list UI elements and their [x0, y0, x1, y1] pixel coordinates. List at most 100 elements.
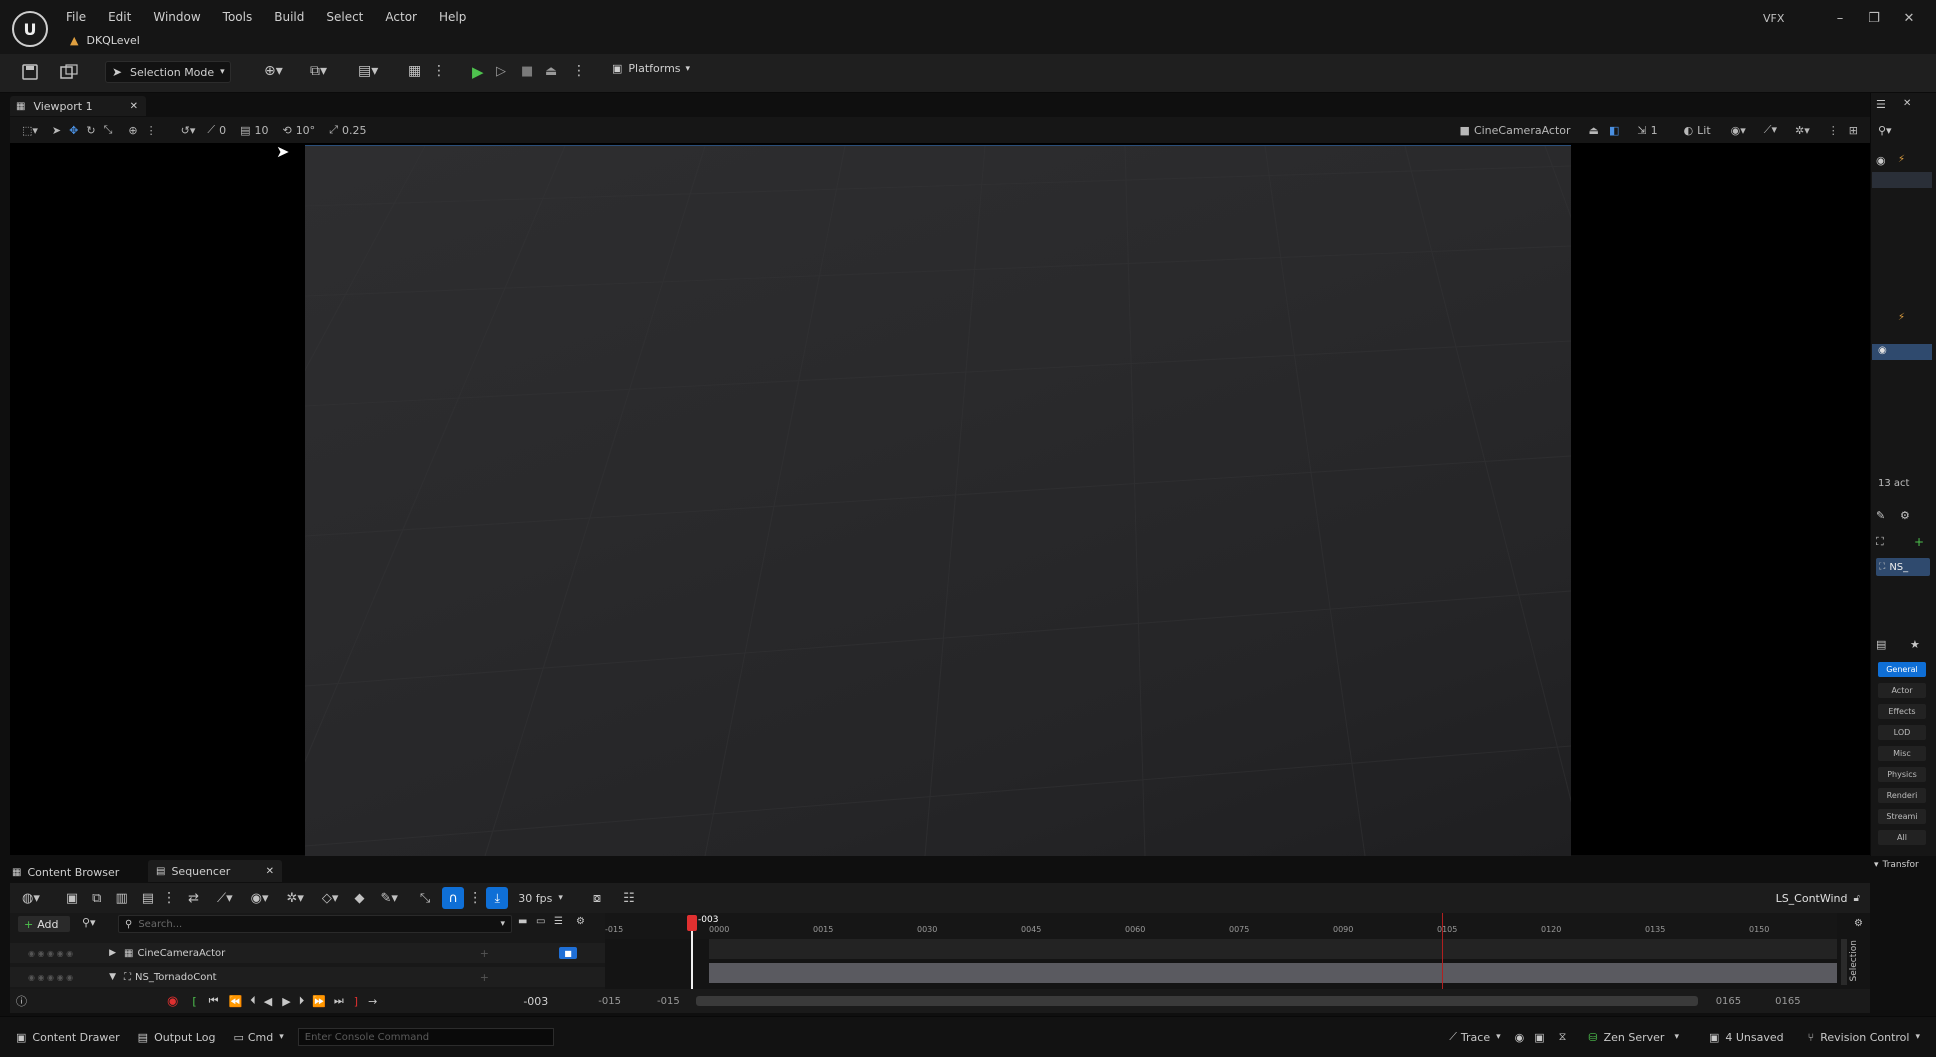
menu-tools[interactable]: Tools — [223, 10, 253, 24]
jump-start-icon[interactable]: ⏮ — [209, 994, 219, 1008]
tab-content-browser[interactable]: ▦ Content Browser — [12, 861, 119, 883]
fps-dropdown[interactable]: 30 fps — [518, 892, 552, 905]
view-end-field[interactable]: 0165 — [1775, 996, 1800, 1007]
menu-build[interactable]: Build — [274, 10, 304, 24]
auto-key-icon[interactable]: ◆ — [354, 891, 364, 906]
blueprint-icon[interactable]: ⧉▾ — [310, 63, 327, 79]
grid-snap-value[interactable]: 10 — [254, 124, 268, 137]
actions-icon[interactable]: ⇄ — [188, 891, 199, 906]
timeline-settings-icon[interactable]: ⚙ — [1854, 918, 1863, 929]
menu-help[interactable]: Help — [439, 10, 466, 24]
play-reverse-icon[interactable]: ◀ — [264, 995, 272, 1008]
rotate-tool-icon[interactable]: ↻ — [86, 124, 95, 137]
snap-playhead-icon[interactable]: ⤓ — [486, 887, 509, 909]
filter-streaming[interactable]: Streami — [1878, 809, 1926, 824]
console-input[interactable]: Enter Console Command — [297, 1028, 554, 1046]
loop-icon[interactable]: → — [368, 995, 377, 1008]
play-icon[interactable]: ▶ — [472, 63, 484, 81]
filter-misc[interactable]: Misc — [1878, 746, 1926, 761]
surface-snap-icon[interactable]: ↺▾ — [181, 124, 196, 137]
tab-sequencer[interactable]: ▤ Sequencer ✕ — [148, 860, 282, 882]
curve-tools-icon[interactable]: ⟋▾ — [217, 891, 233, 906]
prev-key-icon[interactable]: ⏪ — [229, 995, 243, 1008]
details-layout-icon[interactable]: ▤ — [1876, 638, 1886, 651]
pilot-eject-icon[interactable]: ⏏ — [1589, 124, 1599, 137]
component-selected[interactable]: ⛶ NS_ — [1876, 558, 1930, 576]
filter-physics[interactable]: Physics — [1878, 767, 1926, 782]
draw-icon[interactable]: ✎▾ — [380, 891, 397, 906]
filter-icon[interactable]: ⚲▾ — [82, 916, 96, 929]
unreal-logo-icon[interactable]: U — [12, 11, 48, 47]
menu-file[interactable]: File — [66, 10, 86, 24]
playhead-handle[interactable] — [687, 915, 697, 931]
angle-snap-icon[interactable]: ⟲ — [282, 124, 291, 137]
save-sequence-icon[interactable]: ▣ — [66, 891, 78, 906]
collapse-all-icon[interactable]: ▬ — [518, 916, 527, 927]
set-end-icon[interactable]: ] — [354, 995, 358, 1008]
menu-select[interactable]: Select — [326, 10, 363, 24]
filter-effects[interactable]: Effects — [1878, 704, 1926, 719]
outliner-selected-row[interactable]: ◉ — [1872, 344, 1932, 360]
camera-speed-icon[interactable]: ⇲ — [1637, 124, 1646, 137]
cinematics-icon[interactable]: ▤▾ — [358, 63, 378, 79]
view-mode-dropdown[interactable]: Lit — [1697, 124, 1711, 137]
insights-icon[interactable]: ⧖ — [1559, 1030, 1567, 1044]
zen-server-dropdown[interactable]: ⛁ Zen Server ▾ — [1588, 1031, 1679, 1044]
close-outliner-icon[interactable]: ✕ — [1903, 98, 1911, 109]
track-lock-icons[interactable]: ◉ ◉ ◉ ◉ ◉ — [28, 949, 73, 958]
favorite-icon[interactable]: ★ — [1910, 638, 1920, 651]
playback-options-icon[interactable]: ✲▾ — [286, 891, 303, 906]
tree-view-icon[interactable]: ☷ — [623, 891, 635, 906]
scene-render[interactable] — [305, 145, 1571, 856]
select-tool-icon[interactable]: ➤ — [52, 124, 61, 137]
more-options-icon[interactable]: ⋮ — [432, 63, 446, 79]
playback-end-marker[interactable] — [1442, 913, 1443, 989]
sequencer-timeline[interactable]: -015 0000 0015 0030 0045 0060 0075 0090 … — [605, 913, 1870, 989]
outliner-header-row[interactable] — [1872, 172, 1932, 188]
view-icon[interactable]: ◉▾ — [251, 891, 269, 906]
snap-magnet-icon[interactable]: ∩ — [442, 887, 465, 909]
cinematic-preview-icon[interactable]: ◧ — [1609, 124, 1619, 137]
marquee-icon[interactable]: ⤡ — [420, 891, 430, 906]
play-start-field[interactable]: -015 — [657, 996, 680, 1007]
track-lock-icons[interactable]: ◉ ◉ ◉ ◉ ◉ — [28, 973, 73, 982]
expand-icon[interactable]: ▭ — [536, 916, 545, 927]
add-key-icon[interactable]: + — [480, 971, 489, 984]
translate-tool-icon[interactable]: ✥ — [69, 124, 78, 137]
prev-frame-icon[interactable]: ⏴ — [250, 994, 256, 1008]
camera-dropdown[interactable]: CineCameraActor — [1474, 124, 1571, 137]
add-actor-icon[interactable]: ⊕▾ — [264, 63, 283, 79]
current-frame-field[interactable]: -003 — [523, 995, 548, 1008]
niagara-section-bar[interactable] — [709, 963, 1837, 983]
transform-section[interactable]: ▾ Transfor — [1874, 860, 1919, 870]
filter-rendering[interactable]: Renderi — [1878, 788, 1926, 803]
trace-dropdown[interactable]: ⟋ Trace ▾ — [1449, 1030, 1500, 1044]
layout-icon[interactable]: ⊞ — [1849, 124, 1858, 137]
record-trace-icon[interactable]: ◉ — [1515, 1031, 1525, 1044]
jump-end-icon[interactable]: ⏭ — [334, 994, 344, 1008]
list-icon[interactable]: ☰ — [554, 916, 563, 927]
unsaved-button[interactable]: ▣ 4 Unsaved — [1709, 1031, 1784, 1044]
transform-tools-icon[interactable]: ⬚▾ — [22, 124, 38, 137]
output-log-button[interactable]: ▤ Output Log — [138, 1031, 216, 1044]
menu-edit[interactable]: Edit — [108, 10, 131, 24]
screenshot-icon[interactable]: ▣ — [1534, 1031, 1544, 1044]
find-icon[interactable]: ⧉ — [92, 891, 101, 906]
track-settings-icon[interactable]: ⚙ — [576, 916, 585, 927]
viewport-tab[interactable]: ▦ Viewport 1 ✕ — [10, 96, 146, 116]
lock-icon[interactable]: 🔓︎ — [1854, 893, 1860, 904]
scale-snap-icon[interactable]: ⤢ — [329, 123, 338, 137]
play-end-field[interactable]: 0165 — [1716, 996, 1741, 1007]
clapper-icon[interactable]: ▤ — [142, 891, 154, 906]
visibility-icon[interactable]: ◉ — [1876, 154, 1886, 167]
platforms-dropdown[interactable]: ▣ Platforms ▾ — [612, 62, 690, 75]
next-frame-icon[interactable]: ⏵ — [299, 994, 305, 1008]
set-start-icon[interactable]: [ — [192, 995, 196, 1008]
filter-general[interactable]: General — [1878, 662, 1926, 677]
add-track-button[interactable]: + Add — [18, 916, 70, 932]
camera-track-lane[interactable] — [709, 939, 1837, 959]
play-options-icon[interactable]: ⋮ — [572, 63, 586, 79]
stop-icon[interactable]: ■ — [521, 64, 533, 79]
camera-cut-icon[interactable]: ■ — [559, 947, 577, 959]
vp-more-icon[interactable]: ⋮ — [146, 124, 157, 137]
